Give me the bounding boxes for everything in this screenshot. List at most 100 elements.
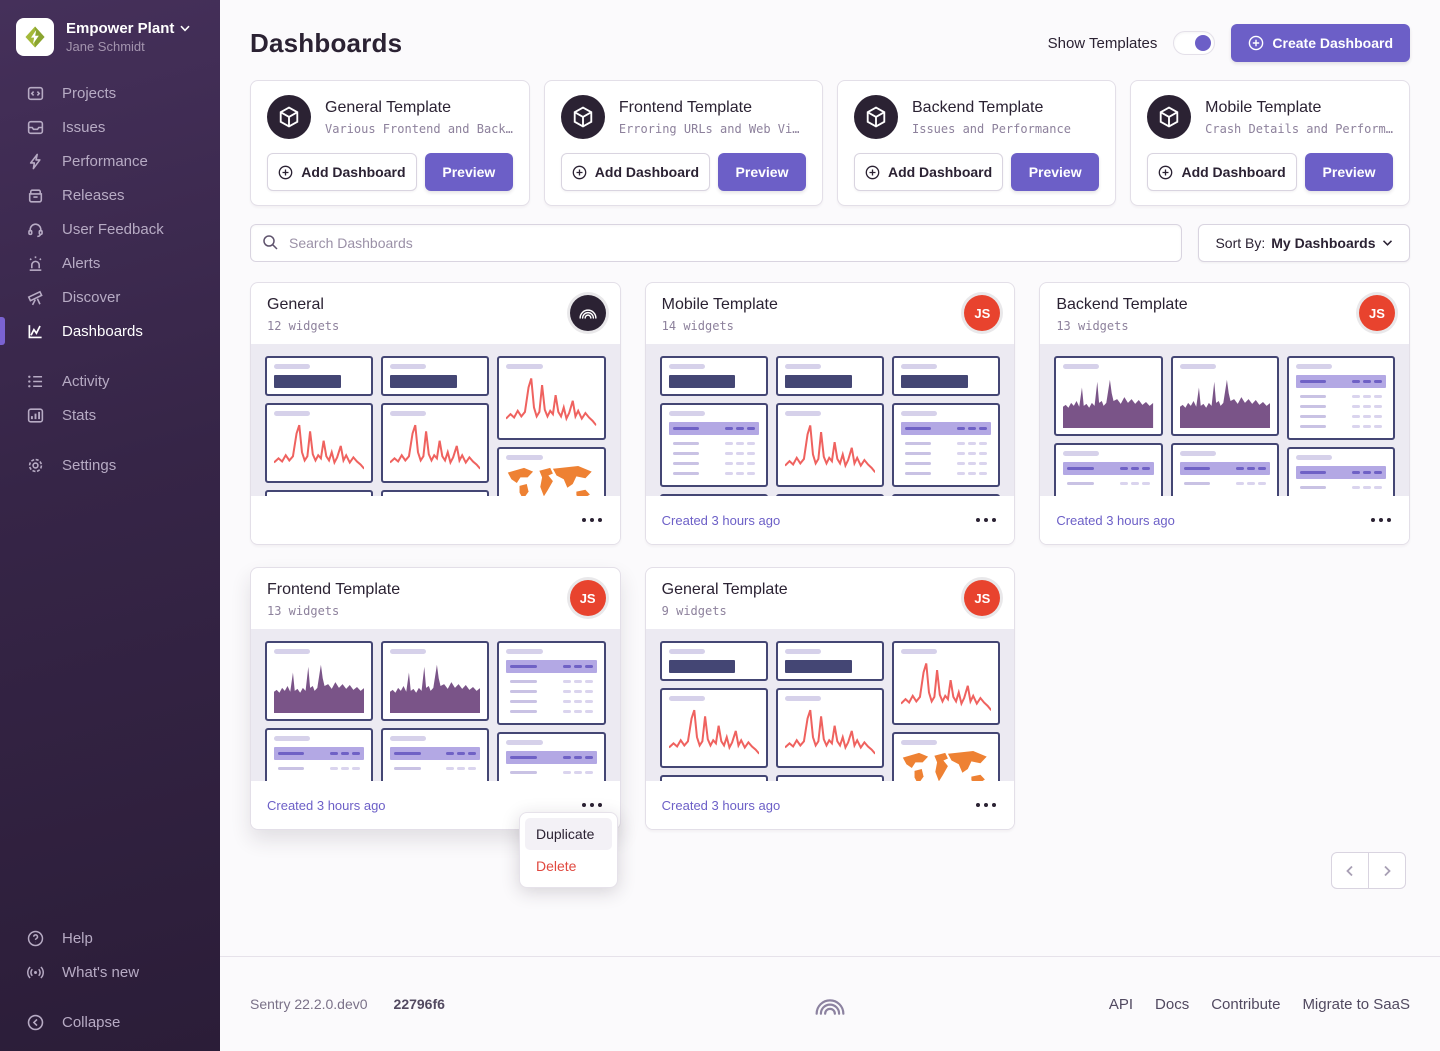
empower-plant-logo-icon (23, 25, 47, 49)
template-row: General Template Various Frontend and Ba… (250, 80, 1410, 206)
preview-label: Preview (1029, 164, 1082, 180)
sidebar-item-alerts[interactable]: Alerts (26, 246, 220, 280)
sidebar-item-user-feedback[interactable]: User Feedback (26, 212, 220, 246)
menu-item-duplicate[interactable]: Duplicate (525, 818, 612, 850)
sentry-avatar (570, 295, 606, 331)
dashboard-card-general[interactable]: General 12 widgets (250, 282, 621, 545)
dashboards-icon (26, 322, 45, 341)
sidebar-item-label: Collapse (62, 1014, 120, 1031)
next-page-button[interactable] (1368, 852, 1406, 889)
sidebar-item-settings[interactable]: Settings (26, 448, 220, 482)
releases-icon (26, 186, 45, 205)
build-hash: 22796f6 (394, 996, 445, 1012)
dashboard-preview (251, 344, 620, 496)
dashboard-card-frontend-template[interactable]: Frontend Template 13 widgets JS (250, 567, 621, 830)
sidebar-item-label: User Feedback (62, 221, 164, 238)
sidebar-item-label: Dashboards (62, 323, 143, 340)
show-templates-label: Show Templates (1048, 35, 1158, 52)
card-menu-button[interactable] (580, 512, 604, 528)
dashboard-preview (251, 629, 620, 781)
main-area: Dashboards Show Templates Create Dashboa… (220, 0, 1440, 1051)
sidebar-item-projects[interactable]: Projects (26, 76, 220, 110)
performance-icon (26, 152, 45, 171)
sort-value: My Dashboards (1271, 235, 1375, 251)
preview-label: Preview (442, 164, 495, 180)
preview-label: Preview (736, 164, 789, 180)
sidebar: Empower Plant Jane Schmidt Projects Issu… (0, 0, 220, 1051)
add-dashboard-button[interactable]: Add Dashboard (854, 153, 1003, 191)
card-menu-button[interactable] (974, 512, 998, 528)
template-subtitle: Issues and Performance (912, 122, 1071, 136)
create-dashboard-button[interactable]: Create Dashboard (1231, 24, 1410, 62)
sidebar-item-label: Stats (62, 407, 96, 424)
dashboard-title: Backend Template (1056, 296, 1393, 314)
broadcast-icon (26, 963, 45, 982)
footer-link-docs[interactable]: Docs (1155, 996, 1189, 1013)
dashboard-card-backend-template[interactable]: Backend Template 13 widgets JS (1039, 282, 1410, 545)
sentry-logo-icon (813, 987, 847, 1021)
template-card-frontend: Frontend Template Erroring URLs and Web … (544, 80, 823, 206)
template-subtitle: Crash Details and Perform… (1205, 122, 1393, 136)
show-templates-toggle[interactable] (1173, 31, 1215, 55)
create-dashboard-label: Create Dashboard (1272, 35, 1393, 51)
footer-link-api[interactable]: API (1109, 996, 1133, 1013)
template-card-backend: Backend Template Issues and Performance … (837, 80, 1116, 206)
footer-link-contribute[interactable]: Contribute (1211, 996, 1280, 1013)
sidebar-item-stats[interactable]: Stats (26, 398, 220, 432)
dashboard-card-mobile-template[interactable]: Mobile Template 14 widgets JS (645, 282, 1016, 545)
sidebar-item-discover[interactable]: Discover (26, 280, 220, 314)
circle-plus-icon (572, 165, 587, 180)
preview-button[interactable]: Preview (718, 153, 806, 191)
org-switcher[interactable]: Empower Plant Jane Schmidt (0, 0, 220, 76)
app-footer: Sentry 22.2.0.dev0 22796f6 API Docs Cont… (220, 956, 1440, 1051)
add-dashboard-button[interactable]: Add Dashboard (1147, 153, 1297, 191)
projects-icon (26, 84, 45, 103)
page-title: Dashboards (250, 28, 402, 59)
user-feedback-icon (26, 220, 45, 239)
search-input[interactable] (250, 224, 1182, 262)
add-dashboard-button[interactable]: Add Dashboard (267, 153, 417, 191)
template-title: Backend Template (912, 99, 1071, 117)
sidebar-item-releases[interactable]: Releases (26, 178, 220, 212)
sidebar-item-performance[interactable]: Performance (26, 144, 220, 178)
footer-link-migrate[interactable]: Migrate to SaaS (1302, 996, 1410, 1013)
sidebar-item-label: Releases (62, 187, 125, 204)
created-text: Created 3 hours ago (1056, 513, 1175, 528)
sidebar-item-label: Issues (62, 119, 105, 136)
preview-button[interactable]: Preview (1305, 153, 1393, 191)
preview-button[interactable]: Preview (425, 153, 513, 191)
card-menu-button[interactable] (580, 797, 604, 813)
activity-icon (26, 372, 45, 391)
sidebar-item-activity[interactable]: Activity (26, 364, 220, 398)
circle-plus-icon (1248, 35, 1264, 51)
sidebar-item-label: Projects (62, 85, 116, 102)
version-text: Sentry 22.2.0.dev0 (250, 996, 368, 1012)
sidebar-item-label: Settings (62, 457, 116, 474)
previous-page-button[interactable] (1331, 852, 1369, 889)
sidebar-item-dashboards[interactable]: Dashboards (26, 314, 220, 348)
dashboard-title: Mobile Template (662, 296, 999, 314)
preview-button[interactable]: Preview (1011, 153, 1099, 191)
sidebar-item-issues[interactable]: Issues (26, 110, 220, 144)
sidebar-item-collapse[interactable]: Collapse (26, 1005, 220, 1039)
card-menu-button[interactable] (974, 797, 998, 813)
card-menu-button[interactable] (1369, 512, 1393, 528)
sort-by-dropdown[interactable]: Sort By: My Dashboards (1198, 224, 1410, 262)
alerts-icon (26, 254, 45, 273)
created-text: Created 3 hours ago (662, 513, 781, 528)
widget-count: 13 widgets (1056, 319, 1393, 333)
created-text: Created 3 hours ago (267, 798, 386, 813)
add-dashboard-button[interactable]: Add Dashboard (561, 153, 710, 191)
created-text: Created 3 hours ago (662, 798, 781, 813)
add-dashboard-label: Add Dashboard (1181, 164, 1285, 180)
sidebar-item-label: Discover (62, 289, 120, 306)
menu-item-delete[interactable]: Delete (525, 850, 612, 882)
dashboard-title: Frontend Template (267, 581, 604, 599)
dashboard-grid: General 12 widgets (250, 282, 1410, 830)
sidebar-item-help[interactable]: Help (26, 921, 220, 955)
template-cube-icon (854, 95, 898, 139)
sidebar-item-whats-new[interactable]: What's new (26, 955, 220, 989)
dashboard-card-general-template[interactable]: General Template 9 widgets JS (645, 567, 1016, 830)
collapse-icon (26, 1013, 45, 1032)
user-avatar: JS (1359, 295, 1395, 331)
